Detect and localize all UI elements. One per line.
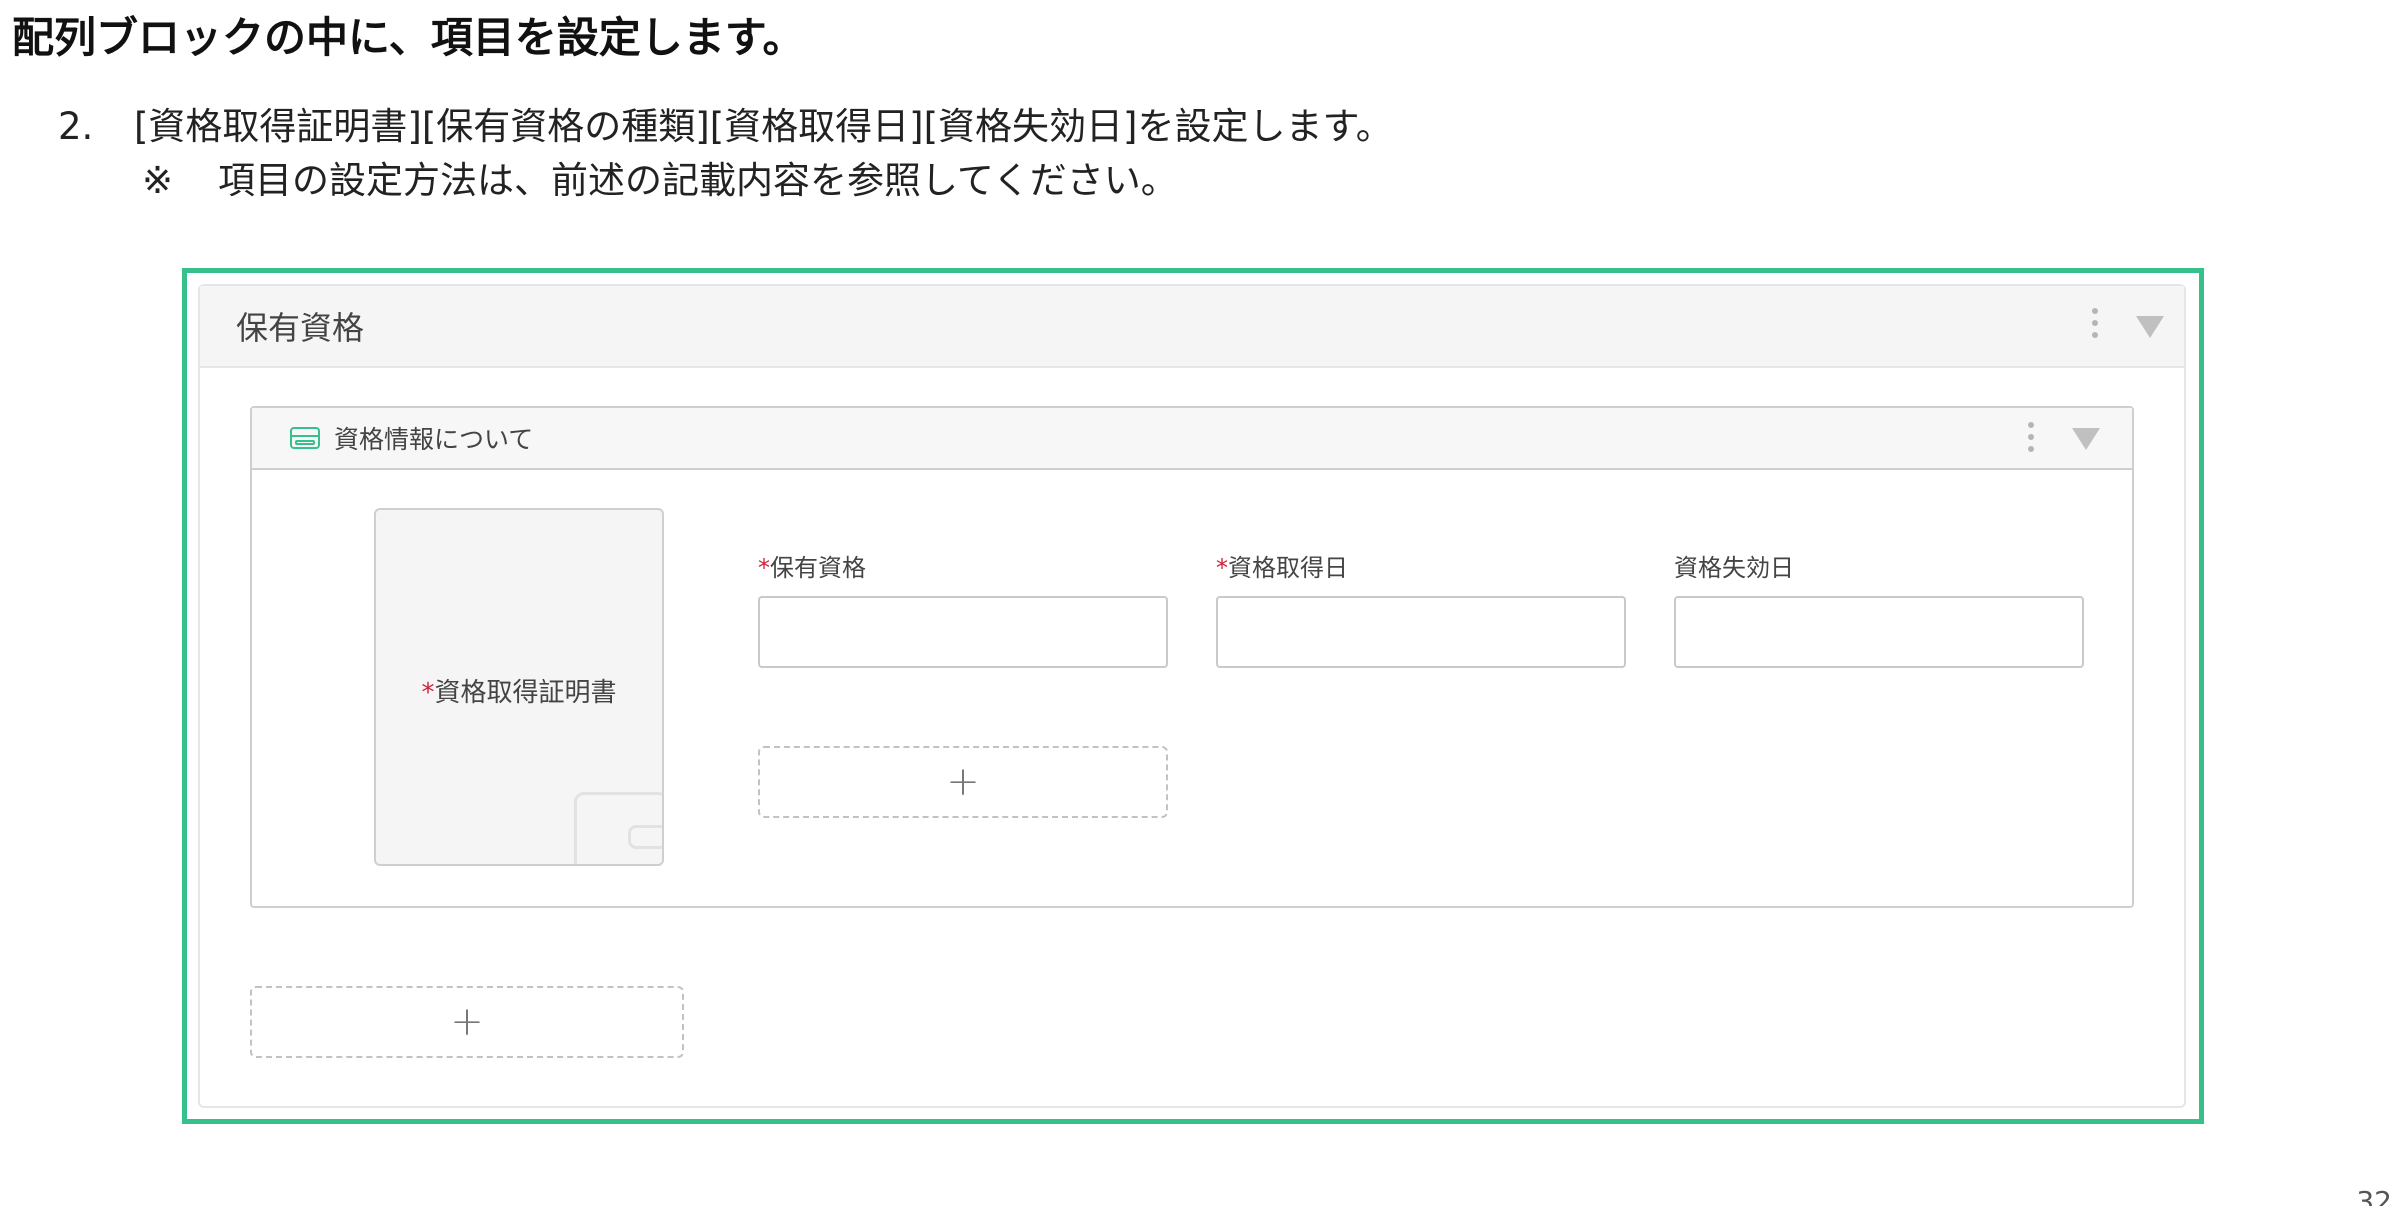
instruction-text: [資格取得証明書][保有資格の種類][資格取得日][資格失効日]を設定します。 (134, 105, 1393, 148)
field-label-text: 資格失効日 (1674, 554, 1794, 582)
inner-block-collapse-icon[interactable] (2072, 428, 2100, 450)
field-label-acquired-date: *資格取得日 (1216, 548, 1348, 583)
plus-icon: + (450, 999, 484, 1045)
certificate-label-text: 資格取得証明書 (434, 678, 617, 708)
page-heading: 配列ブロックの中に、項目を設定します。 (12, 13, 805, 62)
required-mark: * (1216, 554, 1228, 582)
certificate-image-label: *資格取得証明書 (376, 672, 662, 709)
field-label-qualification: *保有資格 (758, 548, 866, 583)
field-label-text: 資格取得日 (1228, 554, 1348, 582)
array-block-menu-icon[interactable] (2092, 308, 2100, 338)
inner-block-menu-icon[interactable] (2028, 422, 2036, 452)
required-mark: * (758, 554, 770, 582)
instruction-note: ※ 項目の設定方法は、前述の記載内容を参照してください。 (58, 154, 1393, 208)
instruction-step: 2. [資格取得証明書][保有資格の種類][資格取得日][資格失効日]を設定しま… (58, 100, 1393, 154)
field-label-text: 保有資格 (770, 554, 866, 582)
wallet-icon (574, 792, 662, 864)
add-field-button[interactable]: + (758, 746, 1168, 818)
instruction-number: 2. (58, 105, 94, 148)
add-array-item-button[interactable]: + (250, 986, 684, 1058)
array-block-collapse-icon[interactable] (2136, 316, 2164, 338)
page-number: 32 (2356, 1185, 2392, 1206)
required-mark: * (421, 678, 435, 708)
note-mark: ※ (142, 159, 174, 202)
expiry-date-input[interactable] (1674, 596, 2084, 668)
field-label-expiry-date: 資格失効日 (1674, 548, 1794, 583)
array-block-header[interactable]: 保有資格 (200, 286, 2184, 368)
card-icon (290, 427, 320, 449)
plus-icon: + (946, 759, 980, 805)
inner-block-header[interactable]: 資格情報について (252, 408, 2132, 470)
array-block-title: 保有資格 (236, 309, 365, 347)
qualification-input[interactable] (758, 596, 1168, 668)
certificate-image-field[interactable]: *資格取得証明書 (374, 508, 664, 866)
note-text: 項目の設定方法は、前述の記載内容を参照してください。 (218, 159, 1178, 202)
instructions: 2. [資格取得証明書][保有資格の種類][資格取得日][資格失効日]を設定しま… (58, 100, 1393, 208)
inner-block-title: 資格情報について (334, 425, 534, 454)
acquired-date-input[interactable] (1216, 596, 1626, 668)
